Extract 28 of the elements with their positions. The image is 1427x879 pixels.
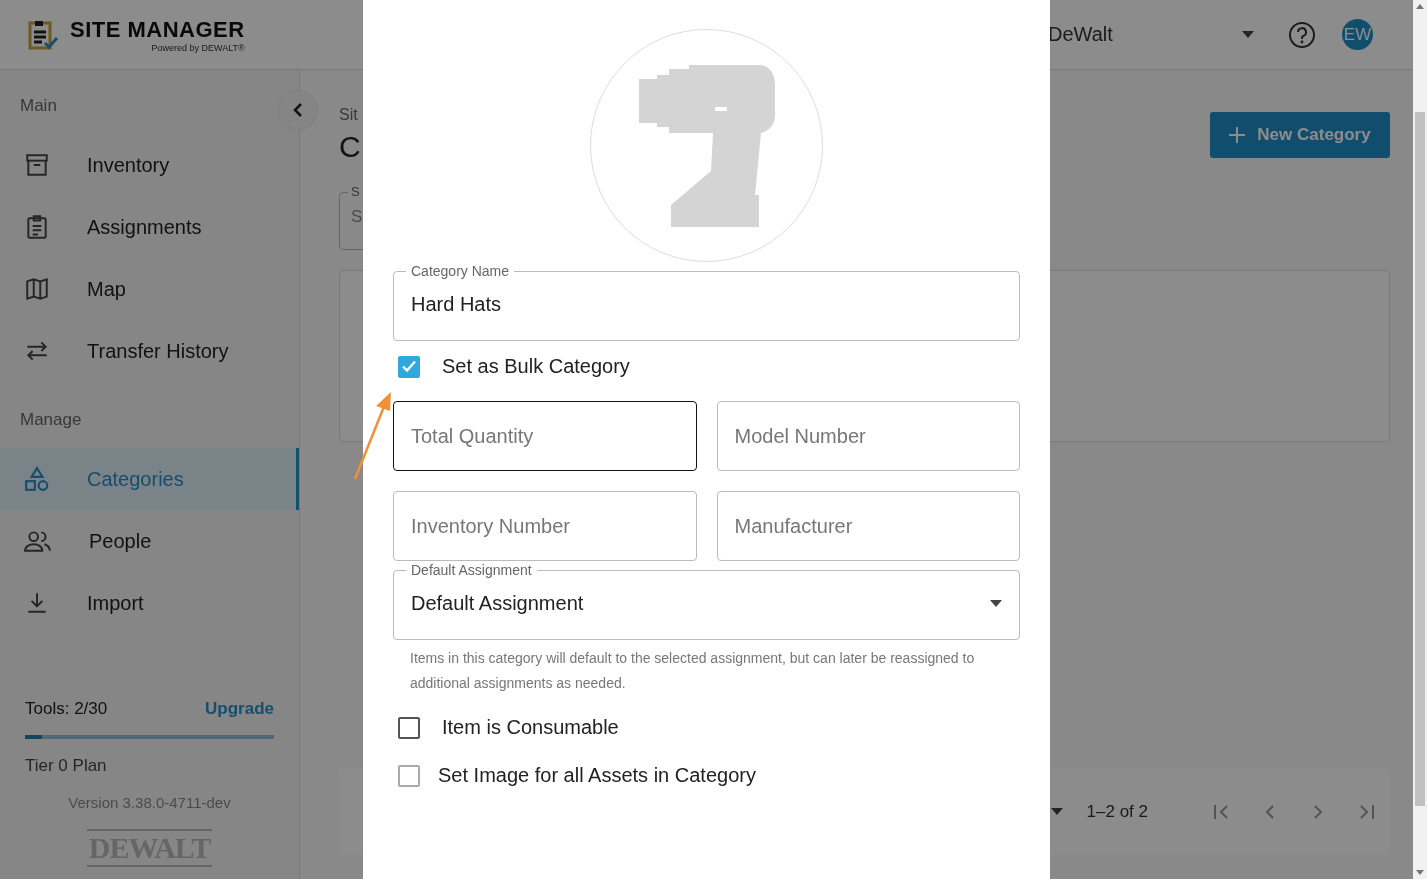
checkbox-label: Item is Consumable [442, 716, 619, 739]
default-assignment-select[interactable]: Default Assignment Default Assignment [393, 561, 1020, 640]
tools-usage: Tools: 2/30 [25, 699, 108, 719]
page-range: 1–2 of 2 [1086, 801, 1148, 822]
checkbox-label: Set Image for all Assets in Category [438, 764, 756, 787]
nav-item[interactable]: Map [0, 258, 299, 320]
input-field[interactable]: Model Number [716, 401, 1020, 471]
nav-item[interactable]: People [0, 510, 299, 572]
input-field[interactable]: Total Quantity [393, 401, 697, 471]
section-heading: Manage [19, 410, 83, 430]
user-avatar[interactable]: EW [1342, 19, 1373, 50]
breadcrumb: Sit [339, 106, 359, 124]
input-field[interactable]: Inventory Number [393, 491, 697, 561]
nav-item[interactable]: Assignments [0, 196, 299, 258]
organization-select[interactable]: DeWalt [1048, 23, 1254, 46]
helper-text: Items in this category will default to the selected assignment, but can later be reassigned to additional assignments as needed. [409, 649, 976, 693]
input-field[interactable]: Manufacturer [716, 491, 1020, 561]
nav-item[interactable]: Inventory [0, 134, 299, 196]
nav-item[interactable]: Import [0, 572, 299, 634]
plan-name: Tier 0 Plan [25, 756, 108, 776]
nav-item[interactable]: Transfer History [0, 320, 299, 382]
new-category-button[interactable]: New Category [1210, 112, 1390, 158]
app-title: SITE MANAGER [70, 16, 245, 43]
app-subtitle: Powered by DEWALT® [151, 42, 245, 53]
checkbox-label: Set as Bulk Category [442, 355, 630, 378]
version-text: Version 3.38.0-4711-dev [67, 794, 232, 811]
section-heading: Main [19, 96, 58, 116]
page-title: C [339, 130, 361, 164]
